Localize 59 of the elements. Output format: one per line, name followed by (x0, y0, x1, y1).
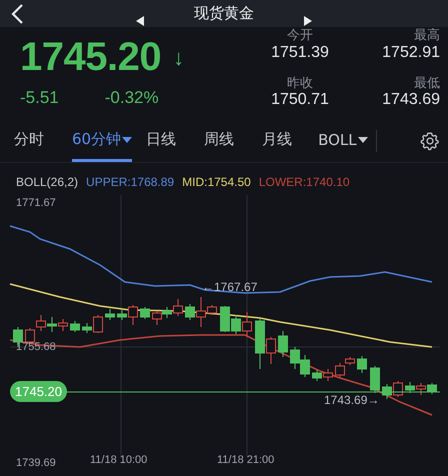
percent-change: -0.32% (104, 88, 159, 108)
candlestick (393, 380, 403, 398)
candlestick (58, 318, 68, 332)
axis-label: 1771.67 (16, 197, 56, 209)
candlestick (300, 354, 310, 378)
candlestick (427, 382, 437, 394)
candlestick (278, 330, 288, 358)
candlestick (357, 356, 367, 374)
time-label: 11/18 21:00 (217, 454, 274, 466)
candlestick (242, 312, 252, 338)
candlestick (152, 310, 162, 326)
candlestick (416, 382, 426, 396)
period-tab[interactable]: 日线 (146, 120, 176, 162)
indicator-label: LOWER:1740.10 (258, 175, 350, 189)
stat-label: 最高 (414, 29, 440, 44)
period-tab[interactable]: 60分钟 (72, 120, 132, 162)
candlestick (370, 366, 380, 394)
axis-label: 1739.69 (16, 457, 56, 469)
candlestick (382, 384, 392, 400)
indicator-label: UPPER:1768.89 (86, 175, 174, 189)
trend-arrow: ↓ (173, 44, 184, 70)
stat-label: 今开 (287, 29, 313, 44)
candlestick (140, 306, 150, 320)
stat-label: 最低 (414, 76, 440, 92)
stat-value: 1743.69 (382, 91, 440, 110)
low-marker: 1743.69→ (324, 393, 380, 407)
current-price: 1745.20 (20, 35, 162, 80)
time-label: 11/18 10:00 (90, 454, 148, 466)
period-tab[interactable]: 分时 (14, 120, 44, 162)
candlestick (36, 314, 46, 332)
window-title: 现货黄金 (194, 4, 254, 23)
period-tab[interactable]: 周线 (204, 120, 234, 162)
axis-label: 1755.68 (16, 341, 56, 353)
caret-icon (122, 136, 132, 142)
candlestick (105, 308, 115, 320)
candlestick (323, 368, 333, 382)
stat-value: 1752.91 (382, 44, 440, 62)
high-marker: ←1767.67 (202, 280, 258, 294)
candlestick (405, 382, 415, 394)
current-price-tag: 1745.20 (10, 381, 67, 402)
back-icon[interactable] (10, 3, 24, 25)
previous-icon[interactable] (136, 16, 144, 26)
settings-icon[interactable] (420, 131, 440, 151)
stat-label: 昨收 (287, 76, 313, 92)
indicator-label: BOLL(26,2) (16, 175, 78, 189)
caret-icon (358, 136, 368, 142)
candlestick (290, 346, 300, 370)
stat-value: 1751.39 (271, 44, 329, 62)
candlestick (312, 370, 322, 382)
stat-value: 1750.71 (271, 91, 329, 110)
period-tab[interactable]: BOLL (318, 120, 368, 162)
next-icon[interactable] (304, 16, 312, 26)
period-tab[interactable]: 月线 (262, 120, 292, 162)
candlestick (231, 314, 241, 334)
candlestick (220, 306, 230, 332)
candlestick (70, 320, 80, 332)
price-change: -5.51 (20, 88, 59, 108)
candlestick (47, 316, 57, 332)
indicator-label: MID:1754.50 (182, 175, 251, 189)
